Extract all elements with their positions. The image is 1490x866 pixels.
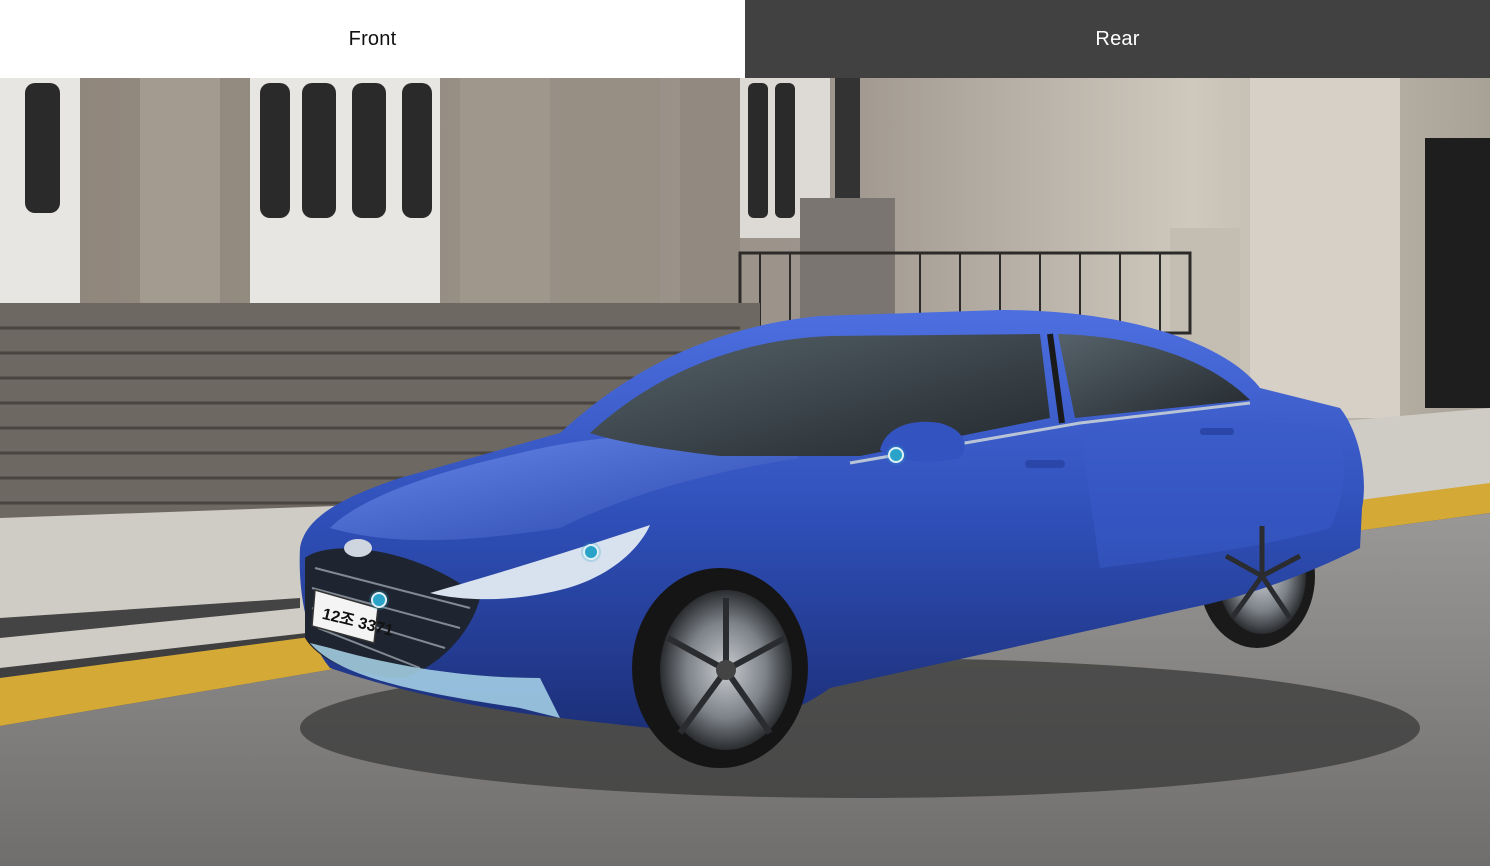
tab-front[interactable]: Front: [0, 0, 745, 78]
tab-rear[interactable]: Rear: [745, 0, 1490, 78]
side-mirror-hotspot[interactable]: [888, 447, 904, 463]
tab-rear-label: Rear: [1095, 27, 1140, 50]
grille-hotspot[interactable]: [371, 592, 387, 608]
car-scene-illustration: 12조 3371: [0, 78, 1490, 866]
view-tabs: Front Rear: [0, 0, 1490, 78]
car-view-image: 12조 3371: [0, 78, 1490, 866]
headlamp-hotspot[interactable]: [583, 544, 599, 560]
tab-front-label: Front: [348, 27, 397, 50]
